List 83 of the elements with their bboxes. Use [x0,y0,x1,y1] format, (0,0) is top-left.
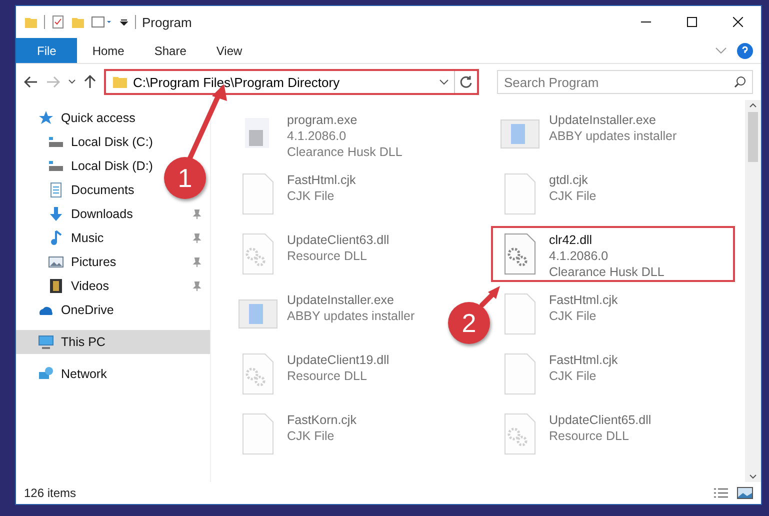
window-title: Program [142,14,192,30]
chevron-down-icon [715,46,727,54]
ribbon-tab[interactable]: Home [77,38,140,63]
monitor-icon [38,334,54,350]
chevron-down-icon [439,79,449,85]
file-name[interactable]: FastHtml.cjk [549,352,618,368]
document-icon [48,182,64,198]
up-button[interactable] [84,75,96,89]
item-count: 126 items [24,486,76,500]
maximize-icon [687,17,697,27]
nav-item[interactable]: Local Disk (C:) [16,130,210,154]
file-name[interactable]: UpdateClient19.dll [287,352,390,368]
file-name[interactable]: FastHtml.cjk [287,172,356,188]
nav-item[interactable]: Pictures [16,250,210,274]
search-field[interactable]: Search Program [497,70,753,94]
star-icon [38,110,54,126]
file-detail: CJK File [549,368,598,384]
up-arrow-icon [84,75,96,89]
file-detail: CJK File [287,188,336,204]
refresh-icon [459,75,473,89]
details-view-icon [713,487,729,499]
nav-item[interactable]: Music [16,226,210,250]
file-detail: 4.1.2086.0 [549,248,610,264]
scroll-up-icon [749,103,757,108]
file-detail: 4.1.2086.0 [287,128,348,144]
ribbon-tab[interactable]: File [16,38,78,63]
nav-item[interactable]: Videos [16,274,210,298]
file-detail: ABBY updates installer [549,128,677,144]
file-name[interactable]: FastHtml.cjk [549,292,618,308]
details-view-button[interactable] [713,487,729,499]
nav-item[interactable]: Quick access [16,106,210,130]
scrollbar-thumb[interactable] [748,112,758,162]
ribbon-tab[interactable]: View [201,38,258,63]
file-detail: Resource DLL [287,248,368,264]
file-detail: Clearance Husk DLL [287,144,402,160]
properties-icon [51,15,65,29]
download-arrow-icon [48,206,64,222]
file-detail: CJK File [549,308,598,324]
close-icon [733,17,743,27]
nav-item[interactable]: This PC [16,330,210,354]
nav-item[interactable]: OneDrive [16,298,210,322]
highlighted-file-item[interactable]: clr42.dll 4.1.2086.0 Clearance Husk DLL [491,226,735,282]
file-name[interactable]: UpdateInstaller.exe [287,292,415,308]
large-icons-view-icon [737,487,753,499]
drive-icon [48,158,64,174]
new-folder-icon [71,15,85,29]
music-note-icon [48,230,64,246]
back-button[interactable] [24,76,38,88]
dropdown-icon [119,17,129,27]
file-detail: CJK File [287,428,336,444]
file-detail: CJK File [549,188,596,204]
ribbon-tab[interactable]: Share [139,38,202,63]
nav-item[interactable]: Network [16,362,210,386]
network-icon [38,366,54,382]
scroll-down-icon [749,474,757,479]
address-bar[interactable]: C:\Program Files\Program Directory [104,69,479,95]
search-icon [734,76,746,88]
back-arrow-icon [24,76,38,88]
file-detail: ABBY updates installer [287,308,415,324]
scrollbar[interactable] [745,100,761,482]
file-detail: Resource DLL [287,368,368,384]
recent-locations-button[interactable] [68,79,76,85]
drive-icon [48,134,64,150]
large-icons-view-button[interactable] [737,487,753,499]
file-name[interactable]: FastKorn.cjk [287,412,356,428]
film-icon [48,278,64,294]
file-name[interactable]: program.exe [287,112,402,128]
view-options-icon [91,15,113,29]
chevron-down-icon [68,79,76,85]
help-icon [737,42,753,58]
folder-icon [112,74,128,90]
file-name[interactable]: UpdateClient65.dll [549,412,652,428]
forward-arrow-icon [46,76,60,88]
file-name[interactable]: clr42.dll [549,232,664,248]
file-detail: Clearance Husk DLL [549,264,664,280]
file-name[interactable]: UpdateClient63.dll [287,232,390,248]
nav-item[interactable]: Downloads [16,202,210,226]
picture-icon [48,254,64,270]
annotation-arrow [480,286,500,308]
folder-icon [24,15,38,29]
file-detail: Resource DLL [549,428,630,444]
file-name[interactable]: gtdl.cjk [549,172,596,188]
file-name[interactable]: UpdateInstaller.exe [549,112,677,128]
